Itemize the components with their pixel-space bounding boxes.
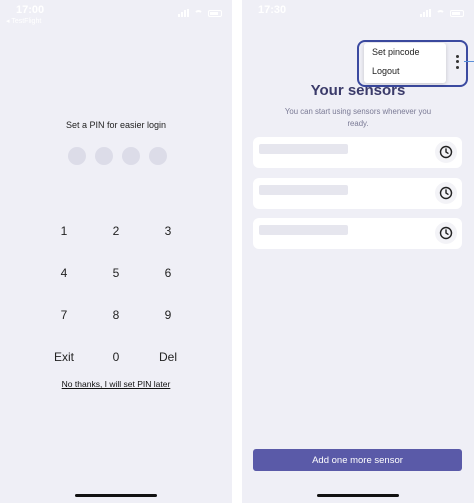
overflow-menu: Set pincode Logout [364,43,446,83]
pin-setup-screen: 17:00 ◂ TestFlight Set a PIN for easier … [0,0,232,503]
key-1[interactable]: 1 [38,210,90,252]
clock-icon[interactable] [435,182,457,204]
signal-icon [178,9,189,17]
menu-item-set-pincode[interactable]: Set pincode [364,43,446,62]
delete-button[interactable]: Del [142,336,194,378]
pin-indicator [68,147,167,165]
sensor-card[interactable] [253,137,462,168]
status-icons [420,9,464,17]
wifi-icon [436,9,445,17]
menu-item-logout[interactable]: Logout [364,62,446,81]
status-time: 17:00 [16,4,45,16]
sensor-card[interactable] [253,218,462,249]
sensor-name-placeholder [259,185,348,195]
sensor-name-placeholder [259,225,348,235]
exit-button[interactable]: Exit [38,336,90,378]
key-5[interactable]: 5 [90,252,142,294]
callout-line [464,61,474,62]
sensor-card[interactable] [253,178,462,209]
pin-dot [95,147,113,165]
page-subtitle: You can start using sensors whenever you… [284,107,432,128]
wifi-icon [194,9,203,17]
pin-title: Set a PIN for easier login [65,120,167,130]
key-6[interactable]: 6 [142,252,194,294]
battery-icon [208,9,222,17]
key-7[interactable]: 7 [38,294,90,336]
clock-icon[interactable] [435,222,457,244]
key-8[interactable]: 8 [90,294,142,336]
clock-icon[interactable] [435,141,457,163]
skip-pin-link[interactable]: No thanks, I will set PIN later [0,379,232,389]
key-4[interactable]: 4 [38,252,90,294]
key-3[interactable]: 3 [142,210,194,252]
status-carrier: ◂ TestFlight [6,18,42,25]
pin-dot [68,147,86,165]
key-0[interactable]: 0 [90,336,142,378]
battery-icon [450,9,464,17]
home-indicator [75,494,157,497]
add-sensor-button[interactable]: Add one more sensor [253,449,462,471]
sensors-screen: 17:30 Set pincode Logout Your sensors Yo… [242,0,474,503]
pin-dot [149,147,167,165]
key-2[interactable]: 2 [90,210,142,252]
status-time: 17:30 [258,4,287,16]
home-indicator [317,494,399,497]
sensor-name-placeholder [259,144,348,154]
page-title: Your sensors [310,82,406,99]
more-vertical-icon[interactable] [450,52,464,72]
status-icons [178,9,222,17]
key-9[interactable]: 9 [142,294,194,336]
signal-icon [420,9,431,17]
pin-dot [122,147,140,165]
keypad: 1 2 3 4 5 6 7 8 9 Exit 0 Del [38,210,194,378]
